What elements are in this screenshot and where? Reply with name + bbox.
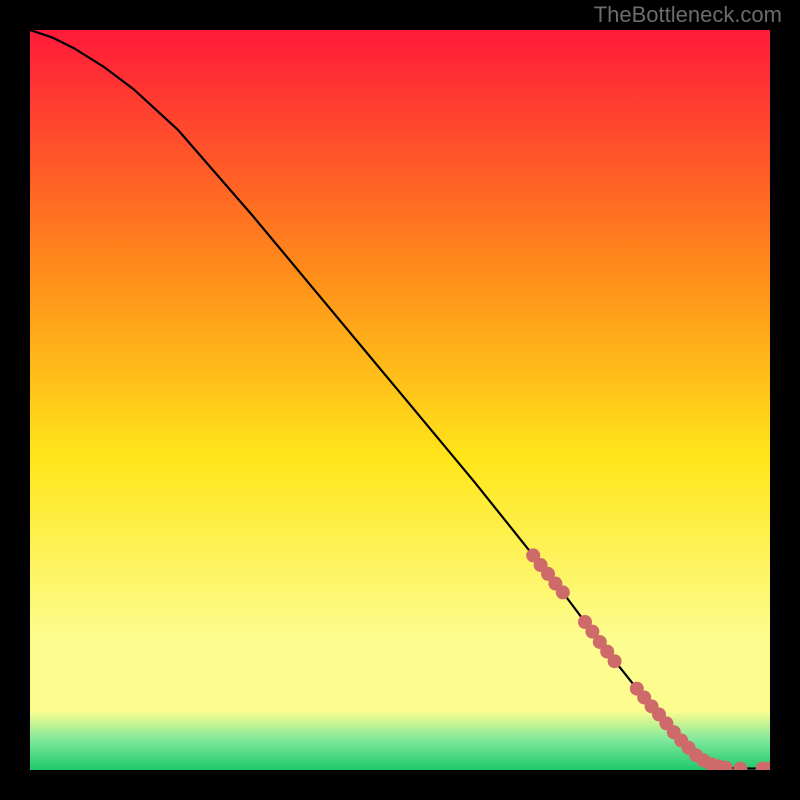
plot-area — [30, 30, 770, 770]
chart-outer: TheBottleneck.com — [0, 0, 800, 800]
gradient-background — [30, 30, 770, 770]
data-dot — [608, 654, 622, 668]
chart-svg — [30, 30, 770, 770]
data-dot — [556, 585, 570, 599]
watermark-text: TheBottleneck.com — [594, 2, 782, 28]
